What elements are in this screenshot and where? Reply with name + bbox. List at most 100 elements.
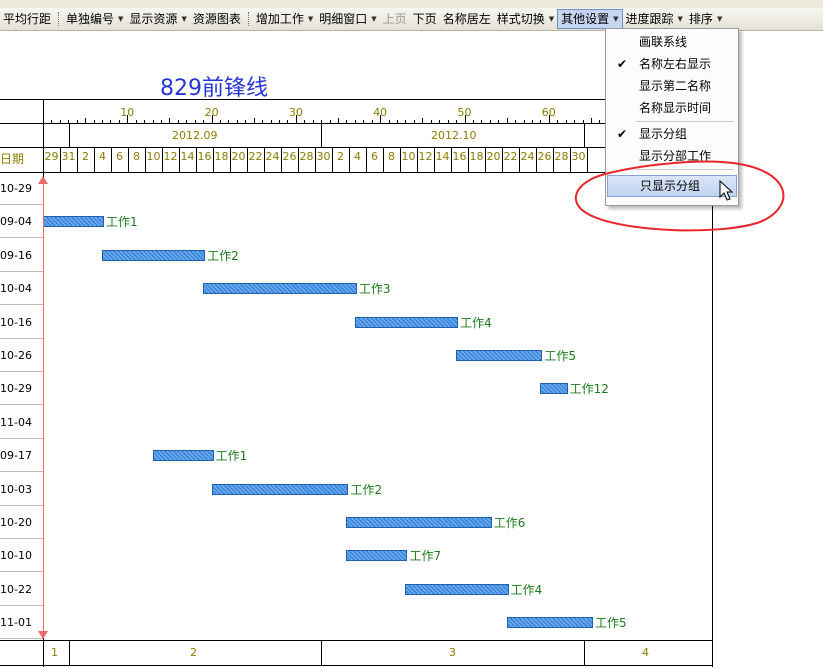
row-separator — [0, 504, 43, 506]
scale-tick — [489, 120, 491, 123]
scroll-down-arrow-icon[interactable] — [38, 631, 48, 639]
task-bar[interactable] — [346, 517, 492, 528]
scale-tick — [481, 120, 483, 123]
task-bar[interactable] — [43, 216, 104, 228]
toolbar-name-left[interactable]: 名称居左 — [440, 9, 494, 29]
menu-item-label: 显示分组 — [639, 127, 688, 141]
menu-item-second-name[interactable]: 显示第二名称 — [607, 76, 737, 96]
toolbar-add-work[interactable]: 增加工作 ▼ — [253, 9, 316, 29]
day-label: 6 — [371, 150, 378, 163]
day-label: 20 — [231, 150, 246, 163]
toolbar-other-settings[interactable]: 其他设置 ▼ — [557, 9, 623, 29]
row-date: 09-04 — [0, 215, 32, 229]
footer-number: 4 — [642, 646, 649, 659]
toolbar-resource-chart[interactable]: 资源图表 — [190, 9, 244, 29]
row-date: 10-10 — [0, 549, 32, 563]
scale-tick — [236, 120, 238, 123]
task-label: 工作2 — [207, 248, 239, 263]
task-label: 工作1 — [106, 215, 138, 230]
scale-tick — [363, 120, 365, 123]
menu-item-groups-only[interactable]: 只显示分组 — [607, 175, 737, 197]
scale-tick — [262, 120, 264, 123]
scale-tick — [253, 118, 255, 123]
task-bar[interactable] — [152, 450, 214, 462]
scale-tick — [531, 120, 533, 123]
row-date: 10-20 — [0, 516, 32, 529]
task-bar[interactable] — [456, 350, 543, 361]
checkmark-icon: ✔ — [617, 57, 628, 71]
task-label: 工作7 — [409, 549, 442, 564]
menu-item-label: 显示第二名称 — [639, 79, 712, 93]
day-label: 16 — [197, 150, 212, 163]
day-label: 26 — [537, 150, 552, 163]
toolbar-style-switch[interactable]: 样式切换 ▼ — [494, 9, 557, 29]
scale-tick — [203, 120, 205, 123]
toolbar-numbering[interactable]: 单独编号 ▼ — [63, 9, 126, 29]
task-bar[interactable] — [354, 316, 459, 328]
row-date: 09-16 — [0, 248, 32, 262]
month-divider — [321, 123, 322, 147]
toolbar-other-settings-label: 其他设置 — [561, 12, 610, 26]
scale-tick — [279, 120, 281, 123]
toolbar-prev-page[interactable]: 上页 — [380, 9, 410, 29]
day-label: 30 — [571, 150, 586, 163]
day-label: 4 — [99, 150, 106, 163]
scroll-up-arrow-icon[interactable] — [38, 176, 48, 184]
scale-tick — [599, 120, 601, 123]
scale-tick — [110, 120, 112, 123]
menu-item-name-left-right[interactable]: ✔ 名称左右显示 — [607, 54, 737, 74]
task-bar[interactable] — [540, 383, 568, 395]
toolbar-numbering-label: 单独编号 — [66, 12, 115, 26]
scale-tick — [515, 120, 517, 123]
task-bar[interactable] — [506, 617, 593, 629]
row-date: 10-04 — [0, 282, 32, 296]
task-bar[interactable] — [102, 249, 206, 261]
scale-number: 40 — [373, 106, 388, 119]
menu-separator — [636, 121, 734, 122]
scale-tick — [413, 120, 415, 123]
task-bar[interactable] — [405, 583, 509, 595]
toolbar-sort[interactable]: 排序 ▼ — [686, 9, 725, 29]
day-label: 22 — [503, 150, 518, 163]
scale-tick — [388, 120, 390, 123]
toolbar-next-page[interactable]: 下页 — [410, 9, 440, 29]
task-label: 工作5 — [594, 616, 627, 631]
footer-number: 1 — [51, 646, 58, 659]
scale-tick — [102, 120, 103, 123]
row-date: 11-04 — [0, 415, 32, 429]
scale-tick — [456, 120, 458, 123]
day-label: 20 — [486, 150, 501, 163]
toolbar-show-resources[interactable]: 显示资源 ▼ — [126, 9, 189, 29]
scale-tick — [439, 120, 441, 123]
menu-item-name-time[interactable]: 名称显示时间 — [607, 98, 737, 118]
day-label: 12 — [163, 150, 178, 163]
day-label: 18 — [469, 150, 484, 163]
scale-tick — [540, 120, 542, 123]
toolbar-detail-window[interactable]: 明细窗口 ▼ — [316, 9, 379, 29]
menu-item-show-groups[interactable]: ✔ 显示分组 — [607, 124, 737, 144]
scroll-track — [43, 184, 44, 631]
scale-tick — [498, 120, 500, 123]
footer-divider — [69, 640, 70, 665]
task-bar[interactable] — [346, 550, 408, 562]
toolbar-progress-tracking[interactable]: 进度跟踪 ▼ — [623, 9, 686, 29]
day-label: 18 — [214, 150, 229, 163]
task-bar[interactable] — [203, 283, 357, 295]
task-bar[interactable] — [211, 483, 349, 495]
task-label: 工作3 — [358, 282, 391, 297]
checkmark-icon: ✔ — [617, 127, 628, 141]
menu-item-draw-links[interactable]: 画联系线 — [607, 32, 737, 52]
day-label: 4 — [354, 150, 361, 163]
scale-tick — [422, 118, 424, 123]
toolbar-row-spacing[interactable]: 平均行距 — [0, 9, 54, 29]
day-label: 28 — [554, 150, 569, 163]
day-label: 26 — [282, 150, 297, 163]
toolbar-separator — [58, 12, 60, 26]
menu-item-show-sub-work[interactable]: 显示分部工作 — [607, 146, 737, 166]
row-date: 10-29 — [0, 182, 32, 195]
scale-tick — [312, 120, 314, 123]
toolbar-style-switch-label: 样式切换 — [496, 12, 545, 26]
row-separator — [0, 638, 43, 640]
task-label: 工作2 — [350, 482, 383, 497]
scale-tick — [329, 120, 331, 123]
